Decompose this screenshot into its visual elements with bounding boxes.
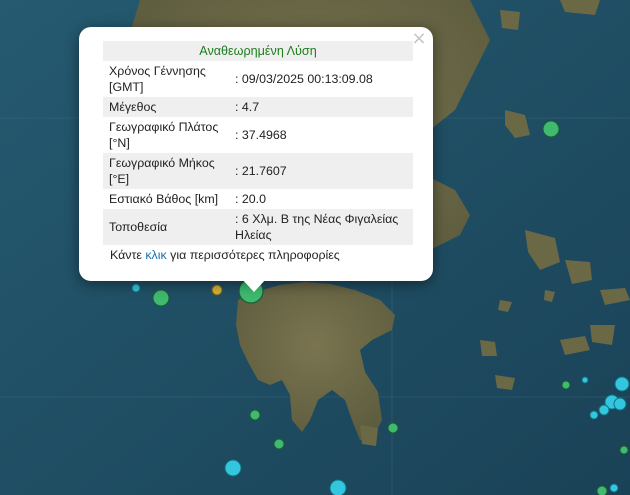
info-value: : 09/03/2025 00:13:09.08 <box>235 72 373 86</box>
info-row-origin-time: Χρόνος Γέννησης [GMT] : 09/03/2025 00:13… <box>103 61 413 97</box>
info-row-magnitude: Μέγεθος : 4.7 <box>103 97 413 117</box>
earthquake-marker[interactable] <box>273 438 285 450</box>
info-label: Γεωγραφικό Πλάτος [°N] <box>109 120 219 150</box>
earthquake-marker[interactable] <box>387 422 399 434</box>
info-row-depth: Εστιακό Βάθος [km] : 20.0 <box>103 189 413 209</box>
earthquake-marker[interactable] <box>614 376 630 392</box>
more-info-text: Κάντε κλικ για περισσότερες πληροφορίες <box>110 248 340 262</box>
info-value: : 4.7 <box>235 100 260 114</box>
island <box>590 325 615 345</box>
earthquake-marker[interactable] <box>581 376 589 384</box>
more-info-suffix: για περισσότερες πληροφορίες <box>170 248 340 262</box>
info-value: : 37.4968 <box>235 128 287 142</box>
info-value: : 20.0 <box>235 192 267 206</box>
earthquake-marker[interactable] <box>152 289 170 307</box>
popup-title-row: Αναθεωρημένη Λύση <box>103 41 413 61</box>
info-row-longitude: Γεωγραφικό Μήκος [°E] : 21.7607 <box>103 153 413 189</box>
info-row-latitude: Γεωγραφικό Πλάτος [°N] : 37.4968 <box>103 117 413 153</box>
island <box>480 340 497 356</box>
earthquake-marker[interactable] <box>609 483 619 493</box>
close-icon[interactable]: × <box>411 30 427 48</box>
earthquake-marker[interactable] <box>329 479 347 495</box>
earthquake-marker[interactable] <box>561 380 571 390</box>
earthquake-marker[interactable] <box>589 410 599 420</box>
info-label: Γεωγραφικό Μήκος [°E] <box>109 156 215 186</box>
info-label: Τοποθεσία <box>109 220 168 234</box>
earthquake-marker[interactable] <box>596 485 608 495</box>
earthquake-info-table: Αναθεωρημένη Λύση Χρόνος Γέννησης [GMT] … <box>103 41 413 245</box>
island <box>500 10 520 30</box>
info-value: : 6 Χλμ. Β της Νέας Φιγαλείας Ηλείας <box>235 212 399 242</box>
popup-title: Αναθεωρημένη Λύση <box>199 44 317 58</box>
popup-pointer <box>241 278 267 292</box>
earthquake-marker[interactable] <box>619 445 629 455</box>
earthquake-marker[interactable] <box>131 283 141 293</box>
more-info-prefix: Κάντε <box>110 248 142 262</box>
info-label: Χρόνος Γέννησης [GMT] <box>109 64 206 94</box>
more-info-link[interactable]: κλικ <box>145 248 166 262</box>
earthquake-marker[interactable] <box>542 120 560 138</box>
earthquake-marker[interactable] <box>249 409 261 421</box>
island <box>360 425 378 446</box>
earthquake-marker[interactable] <box>613 397 627 411</box>
earthquake-marker[interactable] <box>224 459 242 477</box>
info-value: : 21.7607 <box>235 164 287 178</box>
earthquake-marker[interactable] <box>598 404 610 416</box>
info-label: Εστιακό Βάθος [km] <box>109 192 219 206</box>
info-row-location: Τοποθεσία : 6 Χλμ. Β της Νέας Φιγαλείας … <box>103 209 413 245</box>
earthquake-info-popup: × Αναθεωρημένη Λύση Χρόνος Γέννησης [GMT… <box>79 27 433 281</box>
earthquake-marker[interactable] <box>211 284 223 296</box>
info-label: Μέγεθος <box>109 100 157 114</box>
